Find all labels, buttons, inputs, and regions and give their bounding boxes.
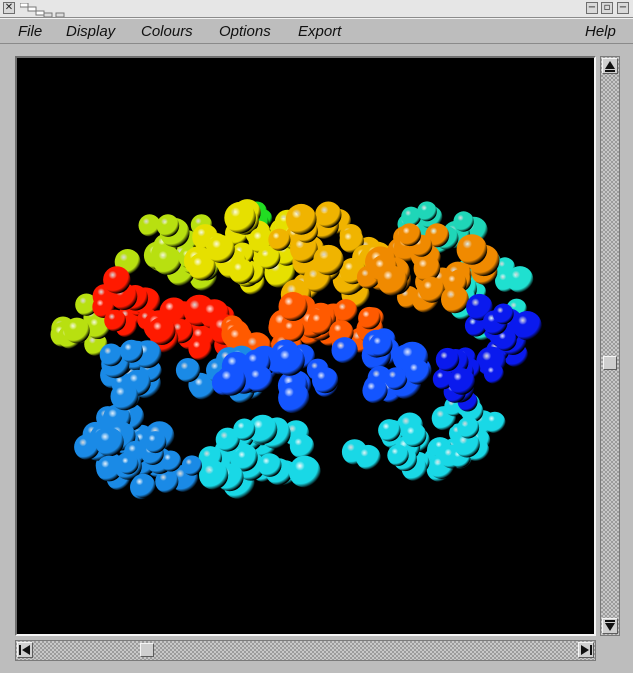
atom-sphere — [312, 367, 339, 394]
atom-sphere — [152, 246, 182, 275]
atom-sphere — [131, 473, 156, 499]
atom-sphere — [274, 345, 305, 376]
atom-sphere — [362, 378, 388, 404]
atom-sphere — [355, 444, 381, 470]
atom-sphere — [512, 311, 542, 341]
atom-sphere — [398, 223, 422, 247]
atom-sphere — [331, 337, 358, 364]
atom-sphere — [506, 266, 534, 293]
atom-sphere — [175, 358, 201, 383]
atom-sphere — [278, 382, 310, 414]
menu-help[interactable]: Help — [585, 23, 616, 40]
close-window-button[interactable]: ✕ — [3, 2, 15, 14]
iconify-window-button[interactable]: − — [617, 2, 629, 14]
atom-sphere — [315, 201, 342, 228]
vertical-scroll-thumb[interactable] — [603, 355, 617, 370]
atom-sphere — [334, 299, 358, 323]
title-bar: ✕ − ▫ − — [0, 0, 633, 18]
atom-sphere — [156, 214, 180, 237]
atom-sphere — [118, 454, 139, 475]
atom-sphere — [224, 201, 256, 234]
atom-sphere — [278, 292, 308, 321]
atom-sphere — [453, 211, 474, 232]
atom-sphere — [289, 434, 315, 459]
atom-sphere — [206, 234, 235, 264]
maximize-window-button[interactable]: ▫ — [601, 2, 613, 14]
atom-sphere — [384, 367, 408, 390]
atom-sphere — [369, 333, 393, 357]
atom-sphere — [104, 309, 126, 332]
atom-sphere — [441, 285, 469, 314]
atom-sphere — [307, 310, 333, 335]
atom-sphere — [215, 365, 246, 396]
atom-sphere — [64, 317, 90, 344]
horizontal-scrollbar[interactable] — [15, 640, 596, 661]
atom-sphere — [110, 382, 139, 411]
arrow-up-icon — [605, 61, 615, 72]
atom-sphere — [280, 318, 305, 342]
atom-sphere — [483, 363, 504, 384]
menu-export[interactable]: Export — [298, 23, 341, 40]
horizontal-scroll-thumb[interactable] — [139, 643, 154, 657]
window-menu-icon[interactable] — [20, 3, 70, 17]
molecule-render — [50, 199, 542, 500]
atom-sphere — [456, 234, 488, 265]
atom-sphere — [285, 203, 317, 235]
arrow-right-icon — [581, 645, 592, 655]
atom-sphere — [405, 359, 431, 385]
scroll-up-button[interactable] — [602, 58, 618, 74]
atom-sphere — [99, 343, 123, 367]
atom-sphere — [448, 368, 475, 395]
atom-sphere — [233, 418, 256, 441]
atom-sphere — [413, 254, 441, 282]
atom-sphere — [144, 431, 167, 454]
vertical-scrollbar[interactable] — [600, 56, 620, 636]
arrow-down-icon — [605, 620, 615, 631]
atom-sphere — [120, 339, 143, 363]
atom-sphere — [147, 317, 176, 345]
scroll-right-button[interactable] — [578, 642, 594, 658]
atom-sphere — [358, 306, 381, 330]
atom-sphere — [181, 455, 202, 476]
atom-sphere — [417, 201, 437, 222]
atom-sphere — [492, 303, 514, 325]
scroll-down-button[interactable] — [602, 618, 618, 634]
menu-options[interactable]: Options — [219, 23, 271, 40]
scroll-left-button[interactable] — [17, 642, 33, 658]
atom-sphere — [103, 266, 131, 294]
close-icon: ✕ — [4, 2, 14, 13]
atom-sphere — [268, 228, 291, 251]
atom-sphere — [418, 276, 445, 303]
atom-sphere — [378, 419, 401, 442]
atom-sphere — [402, 422, 427, 448]
atom-sphere — [313, 244, 344, 276]
minimize-icon: − — [587, 2, 597, 13]
atom-sphere — [387, 444, 409, 466]
atom-sphere — [484, 411, 506, 434]
atom-sphere — [188, 337, 212, 361]
minimize-window-button[interactable]: − — [586, 2, 598, 14]
atom-sphere — [457, 416, 480, 439]
iconify-icon: − — [618, 2, 628, 13]
menu-file[interactable]: File — [18, 23, 42, 40]
atom-sphere — [377, 265, 408, 296]
atom-sphere — [246, 365, 273, 393]
menu-bar: File Display Colours Options Export Help — [0, 18, 633, 44]
arrow-left-icon — [19, 645, 30, 655]
menu-colours[interactable]: Colours — [141, 23, 193, 40]
atom-sphere — [435, 347, 460, 372]
atom-sphere — [199, 460, 229, 490]
maximize-icon: ▫ — [603, 2, 611, 13]
molecule-viewport[interactable] — [17, 58, 594, 634]
atom-sphere — [95, 427, 124, 457]
atom-sphere — [257, 453, 282, 477]
menu-display[interactable]: Display — [66, 23, 115, 40]
atom-sphere — [288, 455, 321, 488]
atom-sphere — [229, 258, 255, 284]
